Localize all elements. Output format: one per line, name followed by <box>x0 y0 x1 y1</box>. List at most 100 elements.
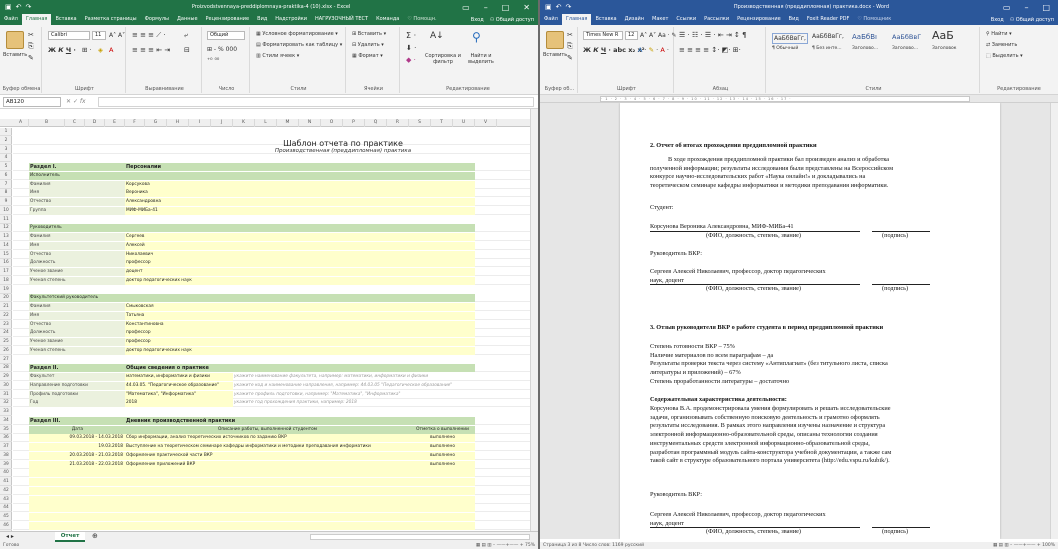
tab-home[interactable]: Главная <box>561 14 592 25</box>
row-header[interactable]: 17 <box>0 268 12 276</box>
diary-date-empty[interactable] <box>29 504 125 513</box>
minimize-icon[interactable]: – <box>1024 3 1028 12</box>
style-preview[interactable]: АаБбВı <box>852 33 877 41</box>
tab-page-layout[interactable]: Разметка страницы <box>81 14 141 25</box>
delete-cells-button[interactable]: ⊟ Удалить ▾ <box>352 42 384 48</box>
font-name-select[interactable]: Times New R <box>583 31 623 40</box>
tab-foxit[interactable]: Foxit Reader PDF <box>803 14 854 25</box>
field-value[interactable]: МИФ-МИБа-41 <box>125 206 475 215</box>
row-header[interactable]: 39 <box>0 461 12 469</box>
close-icon[interactable]: ✕ <box>523 3 530 12</box>
replace-button[interactable]: ⇄ Заменить <box>986 42 1017 48</box>
diary-date-empty[interactable] <box>29 513 125 521</box>
field-label[interactable]: Профиль подготовки <box>29 390 125 399</box>
tab-view[interactable]: Вид <box>253 14 271 25</box>
column-header[interactable]: E <box>105 119 125 127</box>
word-zoom[interactable]: ▦ ▤ ▥ – ——+—— + 100% <box>993 542 1055 549</box>
field-value[interactable]: математики, информатики и физики <box>125 373 233 381</box>
font-size-select[interactable]: 12 <box>625 31 638 40</box>
cut-icon[interactable]: ✂ <box>28 31 34 39</box>
field-value[interactable]: Корсукова <box>125 180 475 189</box>
section-label[interactable]: Раздел I. <box>29 163 125 171</box>
sign-in-link[interactable]: Вход <box>991 17 1004 23</box>
row-header[interactable]: 21 <box>0 303 12 311</box>
diary-date[interactable]: 21.03.2018 - 22.03.2018 <box>29 460 125 469</box>
spreadsheet-grid[interactable]: ABCDEFGHIJKLMNOPQRSTUV 1 2 3 4 5 6 7 8 9 10 11 12 13… <box>0 109 530 531</box>
add-sheet-icon[interactable]: ⊕ <box>92 532 98 540</box>
fx-icon[interactable]: fx <box>80 98 86 105</box>
diary-status-empty[interactable] <box>409 495 475 504</box>
vertical-scrollbar[interactable] <box>530 109 538 531</box>
sheet-tab-report[interactable]: Отчет <box>55 532 85 542</box>
row-header[interactable]: 23 <box>0 321 12 329</box>
format-as-table-button[interactable]: ▤ Форматировать как таблицу ▾ <box>256 42 342 48</box>
column-header[interactable]: I <box>189 119 211 127</box>
enter-icon[interactable]: ✓ <box>73 98 78 105</box>
find-select-button[interactable]: Найти и выделить <box>464 53 498 65</box>
row-header[interactable]: 28 <box>0 364 12 373</box>
field-label[interactable]: Группа <box>29 206 125 215</box>
share-button[interactable]: ⚇ Общий доступ <box>490 17 534 23</box>
column-header[interactable]: R <box>387 119 409 127</box>
diary-description-empty[interactable] <box>125 478 409 486</box>
fill-color-icon[interactable]: ◈ <box>98 46 103 54</box>
column-header[interactable]: N <box>299 119 321 127</box>
field-value[interactable]: доцент <box>125 268 475 276</box>
field-label[interactable]: Должность <box>29 329 125 338</box>
select-button[interactable]: ⬚ Выделить ▾ <box>986 53 1023 59</box>
row-header[interactable]: 15 <box>0 251 12 259</box>
diary-status-empty[interactable] <box>409 521 475 530</box>
row-header[interactable]: 19 <box>0 286 12 294</box>
diary-status[interactable]: выполнено <box>409 434 475 443</box>
diary-status-empty[interactable] <box>409 486 475 495</box>
diary-header-status[interactable]: Отметка о выполнении <box>409 425 475 434</box>
column-header[interactable]: V <box>475 119 497 127</box>
style-preview[interactable]: АаБбВвГг, <box>812 33 844 40</box>
field-label[interactable]: Отчество <box>29 198 125 206</box>
row-header[interactable]: 38 <box>0 452 12 460</box>
font-size-select[interactable]: 11 <box>92 31 106 40</box>
merge-cells-icon[interactable]: ⊟ <box>184 46 190 54</box>
row-header[interactable]: 45 <box>0 513 12 521</box>
row-header[interactable]: 31 <box>0 391 12 399</box>
maximize-icon[interactable]: □ <box>502 3 510 12</box>
style-name[interactable]: Заголово... <box>852 46 878 51</box>
diary-date-empty[interactable] <box>29 495 125 504</box>
style-preview[interactable]: АаБбВвГ <box>892 33 921 41</box>
diary-status-empty[interactable] <box>409 504 475 513</box>
maximize-icon[interactable]: □ <box>1042 3 1050 12</box>
tab-home[interactable]: Главная <box>21 14 52 25</box>
grow-font-icon[interactable]: A˄ A˅ Aa · ✎ <box>640 32 677 39</box>
field-label[interactable]: Год <box>29 399 125 408</box>
row-header[interactable]: 12 <box>0 224 12 233</box>
cut-icon[interactable]: ✂ <box>567 31 573 39</box>
paste-icon[interactable] <box>546 31 564 49</box>
column-header[interactable]: F <box>125 119 145 127</box>
field-hint[interactable]: укажите год прохождения практики, наприм… <box>233 399 475 407</box>
diary-description-empty[interactable] <box>125 521 409 530</box>
row-header[interactable]: 30 <box>0 382 12 390</box>
horizontal-scrollbar[interactable] <box>310 534 530 540</box>
row-header[interactable]: 7 <box>0 181 12 189</box>
formula-input[interactable] <box>98 97 534 107</box>
decimal-icon[interactable]: ⁺⁰ ⁰⁰ <box>207 57 219 64</box>
cell-styles-button[interactable]: ▥ Стили ячеек ▾ <box>256 53 299 59</box>
diary-description-empty[interactable] <box>125 486 409 495</box>
row-header[interactable]: 20 <box>0 294 12 303</box>
text-effects-icon[interactable]: A · ✎ · A · <box>638 46 669 54</box>
field-label[interactable]: Имя <box>29 241 125 250</box>
diary-status-empty[interactable] <box>409 469 475 478</box>
row-header[interactable]: 40 <box>0 469 12 478</box>
diary-date[interactable]: 20.03.2018 - 21.03.2018 <box>29 451 125 460</box>
row-header[interactable]: 37 <box>0 443 12 451</box>
row-header[interactable]: 22 <box>0 312 12 320</box>
field-value[interactable]: Татьяна <box>125 311 475 320</box>
row-header[interactable]: 42 <box>0 487 12 495</box>
section-name[interactable]: Дневник производственной практики <box>125 416 475 425</box>
name-box[interactable]: AB120 <box>3 97 61 107</box>
clear-icon[interactable]: ◆ · <box>406 56 416 64</box>
field-label[interactable]: Направление подготовки <box>29 381 125 390</box>
field-value[interactable]: Алексей <box>125 241 475 250</box>
share-button[interactable]: ⚇ Общий доступ <box>1010 17 1054 23</box>
row-header[interactable]: 5 <box>0 163 12 171</box>
